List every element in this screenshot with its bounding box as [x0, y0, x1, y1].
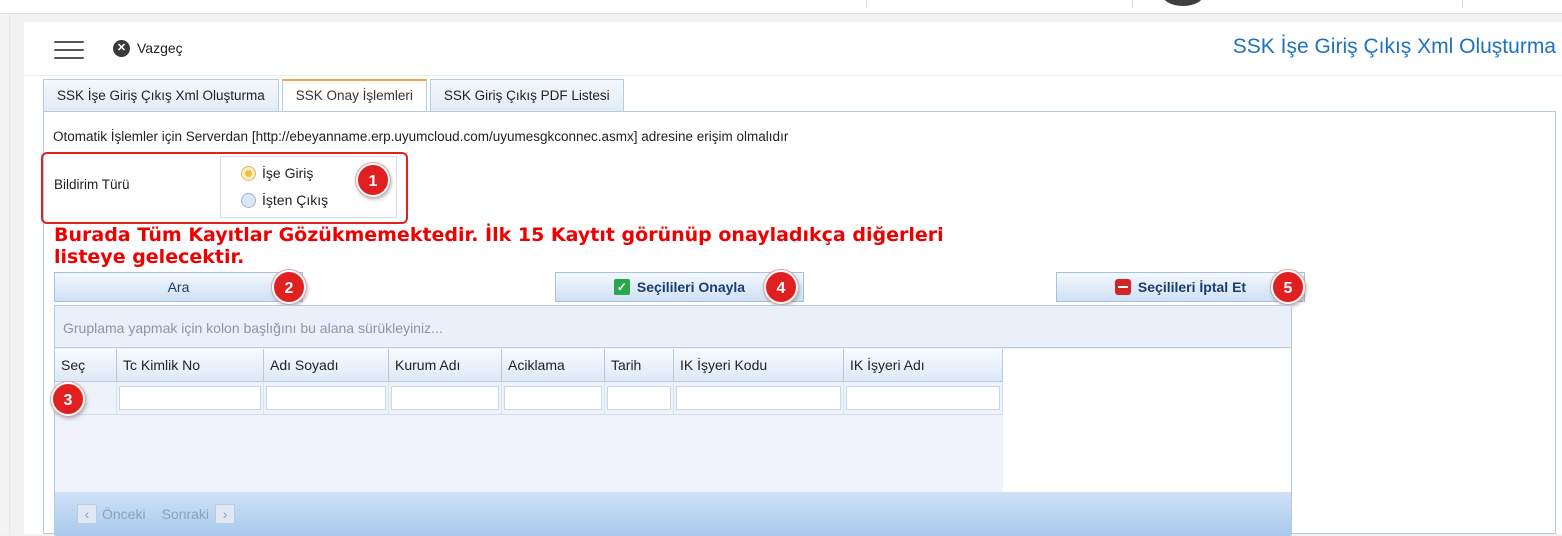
radio-exit[interactable]: İşten Çıkış: [241, 192, 328, 208]
grid-header-row: Seç Tc Kimlik No Adı Soyadı Kurum Adı Ac…: [55, 349, 1003, 382]
column-header-workplace-code[interactable]: IK İşyeri Kodu: [674, 349, 844, 382]
radio-entry-label: İşe Giriş: [262, 165, 314, 181]
main-panel: ✕ Vazgeç SSK İşe Giriş Çıkış Xml Oluştur…: [24, 22, 1562, 536]
filter-cell: [389, 383, 502, 414]
prev-page-link[interactable]: Önceki: [102, 506, 146, 522]
check-icon: ✓: [613, 279, 630, 295]
top-bar: [0, 0, 1562, 14]
step-badge: 1: [356, 163, 390, 197]
chevron-left-icon[interactable]: ‹: [77, 504, 97, 524]
filter-cell: [264, 383, 389, 414]
column-header-select[interactable]: Seç: [55, 349, 117, 382]
column-header-date[interactable]: Tarih: [605, 349, 674, 382]
filter-workplace-name-input[interactable]: [846, 386, 1000, 410]
tab-content: Otomatik İşlemler için Serverdan [http:/…: [41, 111, 1556, 536]
search-button-label: Ara: [167, 279, 190, 295]
page-title: SSK İşe Giriş Çıkış Xml Oluşturma: [1232, 35, 1556, 58]
cancel-selected-button[interactable]: Seçilileri İptal Et: [1056, 272, 1305, 302]
filter-institution-input[interactable]: [391, 386, 499, 410]
menu-icon[interactable]: [54, 41, 84, 59]
grid-body: [55, 414, 1003, 492]
warning-message: Burada Tüm Kayıtlar Gözükmemektedir. İlk…: [54, 224, 944, 268]
grid-filter-row: [55, 383, 1003, 414]
step-badge: 5: [1271, 270, 1305, 304]
column-header-tc-no[interactable]: Tc Kimlik No: [117, 349, 264, 382]
top-bar-divider: [1132, 0, 1133, 8]
filter-cell: [605, 383, 674, 414]
column-header-name[interactable]: Adı Soyadı: [264, 349, 389, 382]
notification-type-label: Bildirim Türü: [54, 177, 130, 192]
server-info-text: Otomatik İşlemler için Serverdan [http:/…: [53, 129, 789, 144]
filter-cell: [844, 383, 1003, 414]
approve-selected-label: Seçilileri Onayla: [636, 279, 746, 295]
cancel-selected-label: Seçilileri İptal Et: [1137, 279, 1247, 295]
records-grid: Gruplama yapmak için kolon başlığını bu …: [54, 305, 1292, 536]
tab-pdf-list[interactable]: SSK Giriş Çıkış PDF Listesi: [429, 79, 624, 111]
filter-tc-no-input[interactable]: [119, 386, 261, 410]
step-badge: 3: [51, 382, 85, 416]
group-by-area[interactable]: Gruplama yapmak için kolon başlığını bu …: [55, 306, 1291, 348]
filter-cell: [117, 383, 264, 414]
column-header-description[interactable]: Aciklama: [502, 349, 605, 382]
tab-approval-operations[interactable]: SSK Onay İşlemleri: [281, 79, 427, 112]
search-button[interactable]: Ara: [54, 272, 303, 302]
radio-entry[interactable]: İşe Giriş: [241, 165, 313, 181]
filter-cell: [502, 383, 605, 414]
tab-xml-create[interactable]: SSK İşe Giriş Çıkış Xml Oluşturma: [43, 79, 279, 111]
column-header-institution[interactable]: Kurum Adı: [389, 349, 502, 382]
grid-empty-area: [1003, 349, 1291, 492]
filter-cell: [674, 383, 844, 414]
top-bar-divider: [866, 0, 867, 8]
radio-selected-icon: [241, 165, 256, 181]
step-badge: 4: [764, 270, 798, 304]
cancel-label: Vazgeç: [137, 40, 183, 56]
close-icon: ✕: [113, 39, 130, 57]
cancel-button[interactable]: ✕ Vazgeç: [113, 38, 183, 58]
avatar[interactable]: [1162, 0, 1204, 6]
step-badge: 2: [272, 270, 306, 304]
column-header-workplace-name[interactable]: IK İşyeri Adı: [844, 349, 1003, 382]
next-page-link[interactable]: Sonraki: [162, 506, 209, 522]
minus-icon: [1114, 279, 1131, 295]
filter-workplace-code-input[interactable]: [676, 386, 841, 410]
radio-unselected-icon: [241, 192, 256, 208]
radio-exit-label: İşten Çıkış: [262, 192, 329, 208]
grid-pager: ‹ Önceki Sonraki ›: [55, 492, 1291, 536]
filter-description-input[interactable]: [504, 386, 602, 410]
chevron-right-icon[interactable]: ›: [215, 504, 236, 524]
top-bar-divider: [1462, 0, 1463, 8]
left-sidebar-edge: [0, 14, 10, 534]
filter-date-input[interactable]: [607, 386, 671, 410]
tab-bar: SSK İşe Giriş Çıkış Xml Oluşturma SSK On…: [43, 79, 627, 112]
page-header: ✕ Vazgeç SSK İşe Giriş Çıkış Xml Oluştur…: [24, 22, 1562, 76]
filter-name-input[interactable]: [266, 386, 386, 410]
